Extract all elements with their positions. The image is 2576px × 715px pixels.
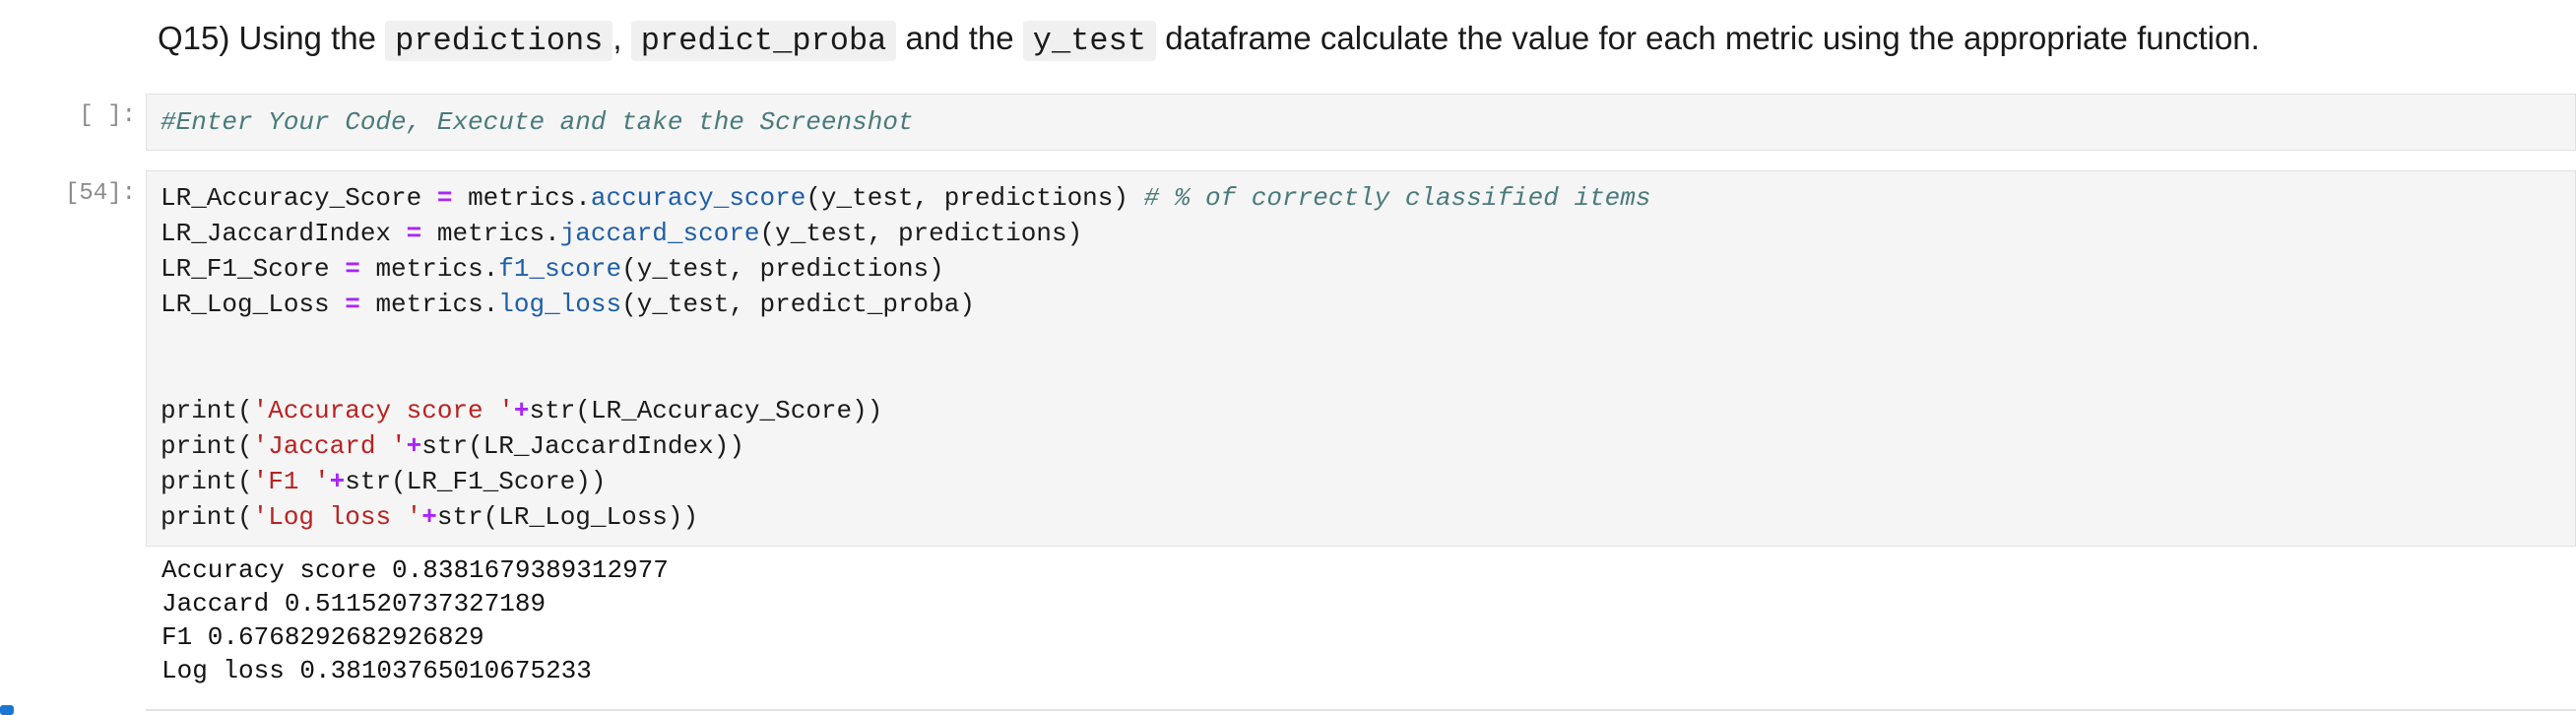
code-predict-proba: predict_proba	[630, 21, 897, 61]
question-suffix: dataframe calculate the value for each m…	[1165, 20, 2260, 56]
comma-separator: ,	[612, 20, 622, 56]
output-line: Log loss 0.38103765010675233	[161, 656, 592, 685]
code-line: print('Accuracy score '+str(LR_Accuracy_…	[161, 396, 883, 425]
code-line: print('Log loss '+str(LR_Log_Loss))	[161, 502, 699, 532]
question-and: and the	[905, 20, 1014, 56]
code-line: print('F1 '+str(LR_F1_Score))	[161, 467, 607, 496]
markdown-question: Q15) Using the predictions, predict_prob…	[158, 14, 2576, 66]
code-predictions: predictions	[385, 21, 613, 61]
code-line: LR_Accuracy_Score = metrics.accuracy_sco…	[161, 183, 1651, 213]
executed-code-cell[interactable]: LR_Accuracy_Score = metrics.accuracy_sco…	[146, 170, 2576, 547]
output-line: Accuracy score 0.8381679389312977	[161, 555, 669, 585]
code-line: LR_F1_Score = metrics.f1_score(y_test, p…	[161, 254, 944, 284]
active-cell-marker	[0, 705, 14, 715]
code-line: LR_Log_Loss = metrics.log_loss(y_test, p…	[161, 290, 975, 319]
code-line: print('Jaccard '+str(LR_JaccardIndex))	[161, 431, 744, 461]
code-line: LR_JaccardIndex = metrics.jaccard_score(…	[161, 219, 1083, 248]
cell1-comment: #Enter Your Code, Execute and take the S…	[161, 107, 914, 137]
cell2-prompt: [54]:	[64, 180, 136, 207]
cell-divider	[146, 709, 2576, 711]
output-line: Jaccard 0.511520737327189	[161, 589, 547, 618]
question-prefix: Q15) Using the	[158, 20, 376, 56]
code-y-test: y_test	[1022, 21, 1157, 61]
cell-output: Accuracy score 0.8381679389312977 Jaccar…	[146, 553, 2576, 687]
cell1-prompt: [ ]:	[79, 102, 136, 129]
output-line: F1 0.6768292682926829	[161, 622, 484, 652]
empty-code-cell[interactable]: #Enter Your Code, Execute and take the S…	[146, 94, 2576, 151]
